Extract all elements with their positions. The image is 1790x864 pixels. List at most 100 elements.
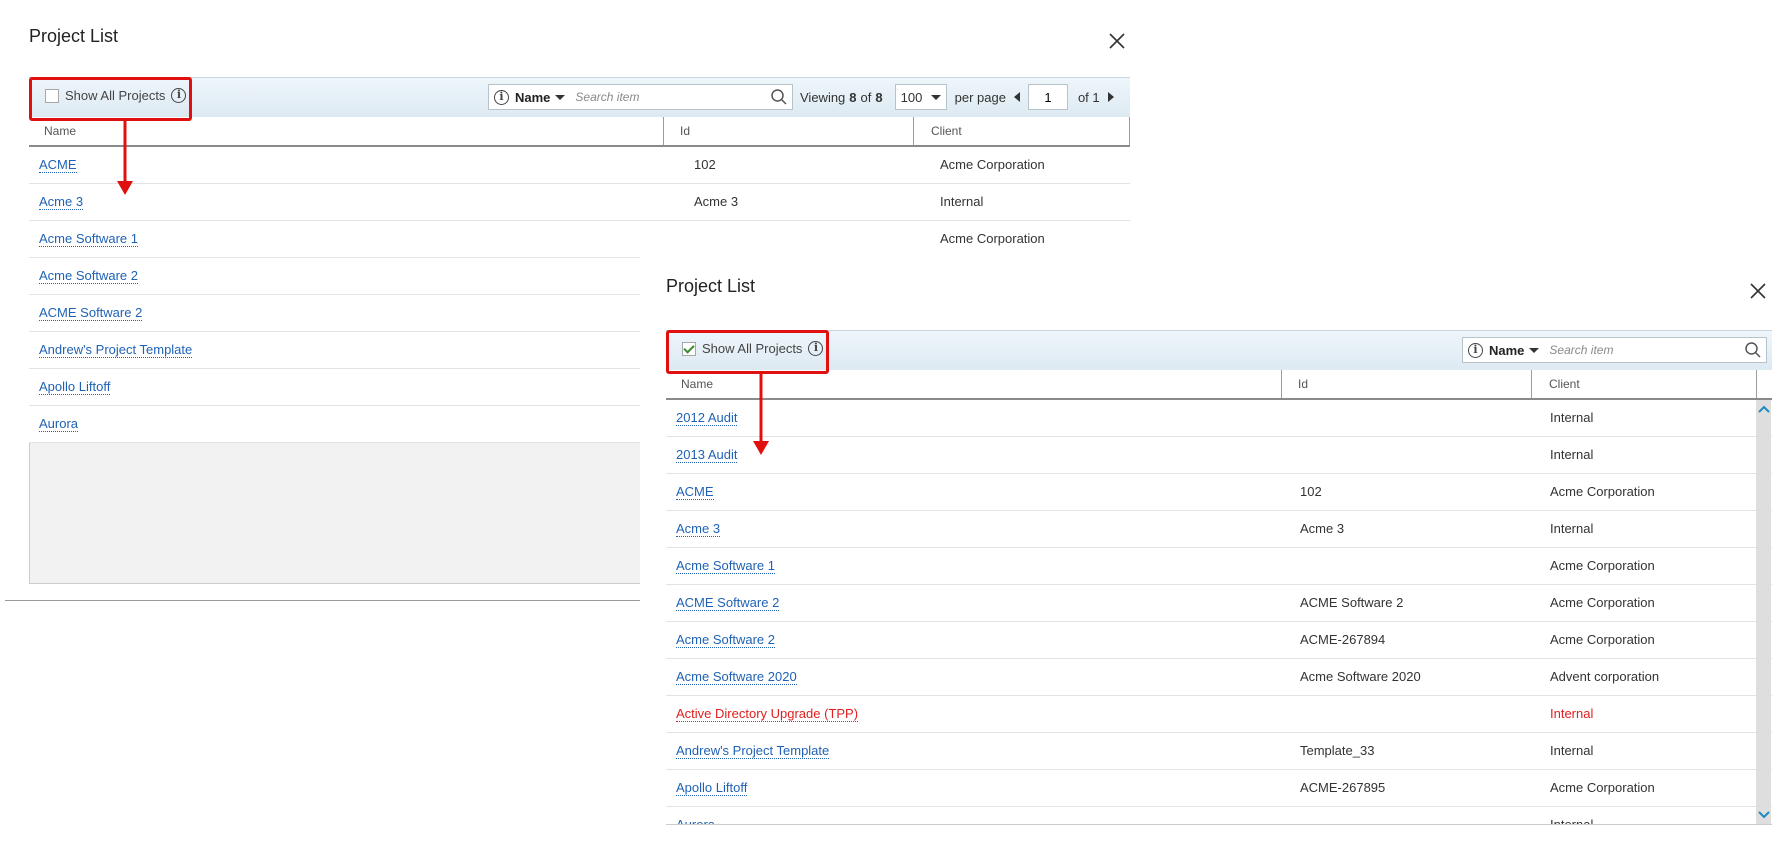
column-header-name[interactable]: Name bbox=[681, 377, 713, 391]
project-link[interactable]: Acme Software 2020 bbox=[676, 669, 797, 685]
project-name-cell: Andrew's Project Template bbox=[39, 342, 193, 358]
project-client-cell: Acme Corporation bbox=[1550, 780, 1655, 795]
viewing-total: 8 bbox=[875, 89, 883, 105]
annotation-arrow-icon bbox=[117, 120, 133, 195]
vertical-scrollbar[interactable] bbox=[1756, 400, 1771, 824]
project-id-cell: Acme Software 2020 bbox=[1300, 669, 1421, 684]
search-icon[interactable] bbox=[770, 88, 788, 106]
table-row: Aurora Internal bbox=[666, 807, 1772, 825]
dialog-title: Project List bbox=[29, 26, 119, 46]
project-link[interactable]: Acme Software 2 bbox=[39, 268, 138, 284]
search-field-label: Name bbox=[1489, 342, 1525, 358]
project-name-cell: Aurora bbox=[39, 416, 79, 432]
project-id-cell: 102 bbox=[694, 157, 716, 172]
project-id-cell: ACME Software 2 bbox=[1300, 595, 1404, 610]
table-row: 2013 Audit Internal bbox=[666, 437, 1772, 474]
project-client-cell: Internal bbox=[1550, 817, 1594, 825]
grid-header: Name Id Client bbox=[29, 117, 1130, 147]
prev-page-icon[interactable] bbox=[1013, 92, 1020, 102]
scroll-up-icon[interactable] bbox=[1758, 404, 1770, 414]
dialog-title: Project List bbox=[666, 276, 756, 296]
project-link[interactable]: 2012 Audit bbox=[676, 410, 738, 426]
per-page-select[interactable]: 100 bbox=[894, 84, 947, 110]
project-client-cell: Internal bbox=[1550, 743, 1594, 758]
table-row: ACME 102 Acme Corporation bbox=[666, 474, 1772, 511]
project-link[interactable]: ACME bbox=[39, 157, 77, 173]
table-row: ACME Software 2 ACME Software 2 Acme Corpo… bbox=[666, 585, 1772, 622]
project-name-cell: Acme Software 2020 bbox=[676, 669, 797, 685]
chevron-down-icon bbox=[930, 94, 941, 100]
project-link[interactable]: Active Directory Upgrade (TPP) bbox=[676, 706, 859, 722]
project-name-cell: 2013 Audit bbox=[676, 447, 738, 463]
project-id-cell: Acme 3 bbox=[1300, 521, 1345, 536]
search-info-icon[interactable]: i bbox=[494, 89, 509, 105]
project-link[interactable]: Acme 3 bbox=[39, 194, 84, 210]
next-page-icon[interactable] bbox=[1107, 92, 1114, 102]
column-divider[interactable] bbox=[1531, 370, 1532, 398]
column-header-client[interactable]: Client bbox=[1549, 377, 1580, 391]
search-icon[interactable] bbox=[1744, 341, 1762, 359]
window-border-bottom bbox=[5, 600, 640, 601]
project-client-cell: Internal bbox=[940, 194, 984, 209]
project-link[interactable]: Aurora bbox=[39, 416, 79, 432]
column-divider[interactable] bbox=[1281, 370, 1282, 398]
project-link[interactable]: ACME Software 2 bbox=[39, 305, 143, 321]
project-client-cell: Internal bbox=[1550, 410, 1594, 425]
table-row: Acme Software 2020 Acme Software 2020 Adve… bbox=[666, 659, 1772, 696]
table-row: Andrew's Project Template Template_33 Inte… bbox=[666, 733, 1772, 770]
project-link[interactable]: Apollo Liftoff bbox=[676, 780, 748, 796]
column-divider[interactable] bbox=[913, 117, 914, 145]
search-field-label: Name bbox=[515, 89, 551, 105]
project-name-cell: Andrew's Project Template bbox=[676, 743, 830, 759]
project-name-cell: Acme 3 bbox=[39, 194, 84, 210]
project-link[interactable]: ACME Software 2 bbox=[676, 595, 780, 611]
table-row: Acme 3 Acme 3 Internal bbox=[666, 511, 1772, 548]
project-client-cell: Acme Corporation bbox=[1550, 484, 1655, 499]
project-name-cell: Acme Software 2 bbox=[676, 632, 775, 648]
project-client-cell: Acme Corporation bbox=[1550, 558, 1655, 573]
column-header-client[interactable]: Client bbox=[931, 124, 962, 138]
project-link[interactable]: 2013 Audit bbox=[676, 447, 738, 463]
column-header-id[interactable]: Id bbox=[1298, 377, 1308, 391]
project-client-cell: Internal bbox=[1550, 706, 1594, 721]
project-grid: Name Id Client 2012 Audit Internal 2013 Au… bbox=[666, 370, 1772, 825]
project-name-cell: Apollo Liftoff bbox=[676, 780, 748, 796]
search-field-dropdown[interactable]: Name bbox=[515, 89, 566, 105]
pager: Viewing 8 of 8 100 per page of 1 bbox=[800, 84, 1114, 110]
project-link[interactable]: Acme Software 1 bbox=[676, 558, 775, 574]
project-link[interactable]: Apollo Liftoff bbox=[39, 379, 111, 395]
project-client-cell: Acme Corporation bbox=[940, 157, 1045, 172]
project-link[interactable]: Acme 3 bbox=[676, 521, 721, 537]
close-icon[interactable] bbox=[1747, 280, 1769, 302]
project-client-cell: Acme Corporation bbox=[1550, 595, 1655, 610]
project-id-cell: Template_33 bbox=[1300, 743, 1375, 758]
project-link[interactable]: Andrew's Project Template bbox=[39, 342, 193, 358]
search-field-dropdown[interactable]: Name bbox=[1489, 342, 1540, 358]
project-link[interactable]: ACME bbox=[676, 484, 714, 500]
table-row: Active Directory Upgrade (TPP) Internal bbox=[666, 696, 1772, 733]
project-link[interactable]: Aurora bbox=[676, 817, 716, 824]
project-link[interactable]: Acme Software 1 bbox=[39, 231, 138, 247]
search-input[interactable] bbox=[573, 89, 770, 105]
page-count: of 1 bbox=[1077, 89, 1100, 105]
project-name-cell: ACME Software 2 bbox=[39, 305, 143, 321]
grid-header: Name Id Client bbox=[666, 370, 1772, 400]
close-icon[interactable] bbox=[1106, 30, 1128, 52]
table-row: Apollo Liftoff ACME-267895 Acme Corporatio… bbox=[666, 770, 1772, 807]
column-divider bbox=[1756, 370, 1757, 398]
project-client-cell: Internal bbox=[1550, 447, 1594, 462]
search-box: i Name bbox=[1462, 337, 1767, 363]
project-id-cell: 102 bbox=[1300, 484, 1322, 499]
column-divider[interactable] bbox=[663, 117, 664, 145]
page-number-input[interactable] bbox=[1027, 84, 1068, 110]
search-input[interactable] bbox=[1547, 342, 1744, 358]
scroll-down-icon[interactable] bbox=[1758, 810, 1770, 820]
search-info-icon[interactable]: i bbox=[1468, 342, 1483, 358]
table-row: Acme Software 2 ACME-267894 Acme Corporati… bbox=[666, 622, 1772, 659]
project-link[interactable]: Andrew's Project Template bbox=[676, 743, 830, 759]
column-header-id[interactable]: Id bbox=[680, 124, 690, 138]
grid-toolbar: Show All Projects i i Name Viewing 8 of … bbox=[29, 77, 1130, 118]
project-link[interactable]: Acme Software 2 bbox=[676, 632, 775, 648]
highlight-box bbox=[29, 77, 192, 121]
column-header-name[interactable]: Name bbox=[44, 124, 76, 138]
